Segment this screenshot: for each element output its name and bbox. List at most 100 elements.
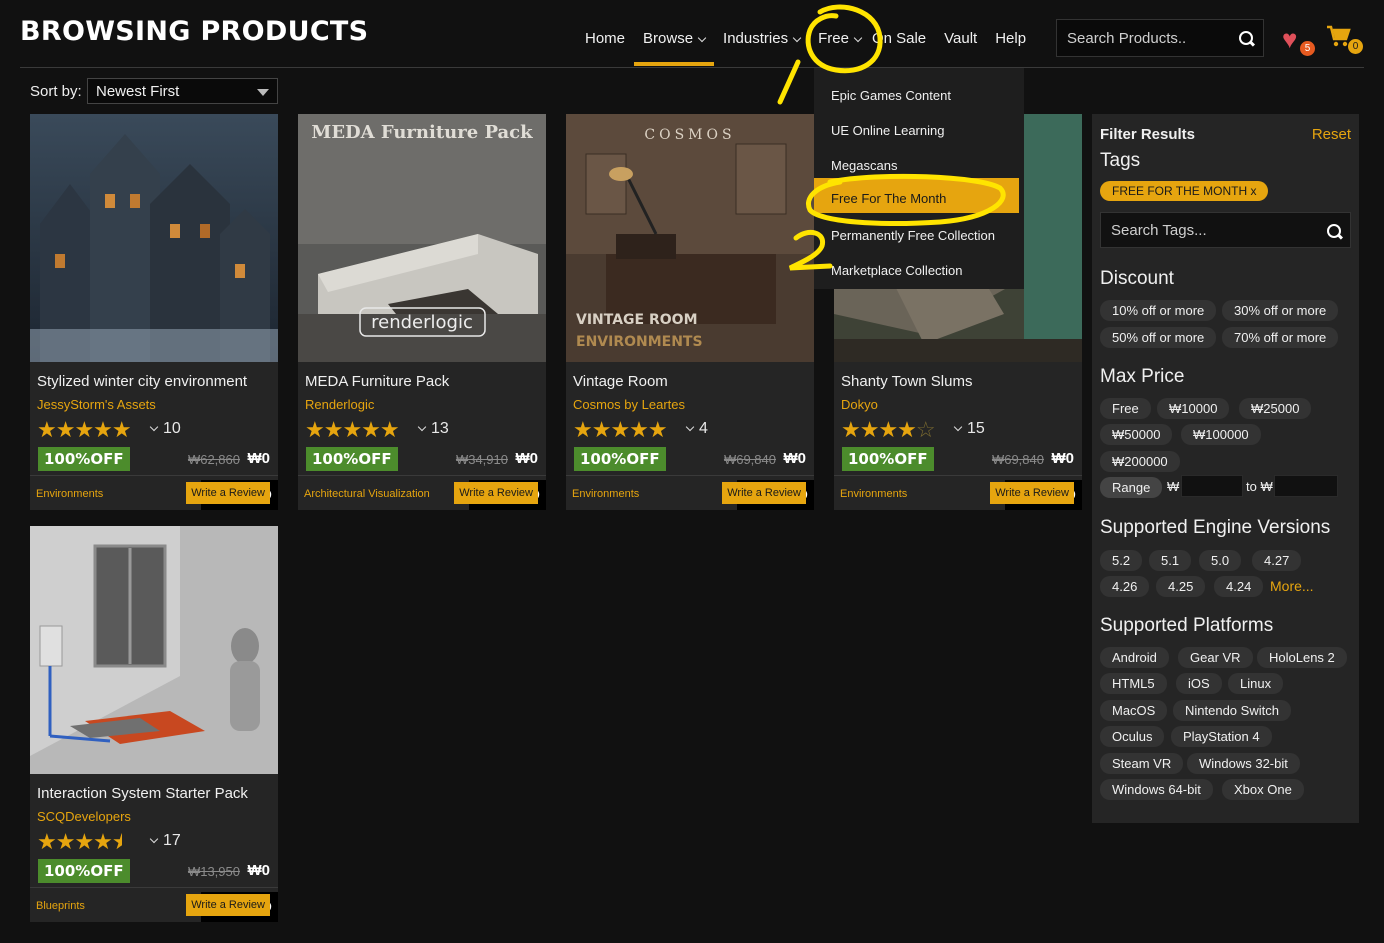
- nav-home[interactable]: Home: [576, 20, 634, 66]
- category-link[interactable]: Blueprints: [36, 900, 85, 912]
- nav-industries[interactable]: Industries: [714, 20, 809, 66]
- platform-option[interactable]: Nintendo Switch: [1173, 700, 1291, 721]
- write-review-button[interactable]: Write a Review: [990, 482, 1074, 504]
- review-count[interactable]: 10: [148, 420, 181, 438]
- range-min-input[interactable]: [1181, 475, 1243, 497]
- platform-option[interactable]: Windows 64-bit: [1100, 779, 1213, 800]
- product-card[interactable]: OWNED Stylized winter city environment J…: [30, 114, 278, 510]
- review-count[interactable]: 13: [416, 420, 449, 438]
- free-dropdown-menu: Epic Games Content UE Online Learning Me…: [814, 68, 1024, 289]
- discount-option[interactable]: 30% off or more: [1222, 300, 1339, 321]
- seller-link[interactable]: SCQDevelopers: [37, 809, 131, 824]
- engine-version-option[interactable]: 4.25: [1156, 576, 1206, 597]
- discount-option[interactable]: 10% off or more: [1100, 300, 1217, 321]
- platform-option[interactable]: Windows 32-bit: [1187, 753, 1300, 774]
- category-link[interactable]: Environments: [572, 488, 639, 500]
- seller-link[interactable]: Cosmos by Leartes: [573, 397, 685, 412]
- search-icon[interactable]: [1239, 31, 1253, 45]
- price-option[interactable]: ₩50000: [1100, 424, 1173, 445]
- product-name[interactable]: Interaction System Starter Pack: [37, 785, 248, 802]
- menu-item-megascans[interactable]: Megascans: [814, 145, 1019, 180]
- price-option[interactable]: Free: [1100, 398, 1151, 419]
- engine-version-option[interactable]: 4.26: [1100, 576, 1150, 597]
- product-name[interactable]: MEDA Furniture Pack: [305, 373, 449, 390]
- review-count[interactable]: 15: [952, 420, 985, 438]
- menu-item-permanently-free-collection[interactable]: Permanently Free Collection: [814, 215, 1019, 250]
- category-link[interactable]: Environments: [36, 488, 103, 500]
- range-max-input[interactable]: [1274, 475, 1338, 497]
- nav-on-sale-label: On Sale: [871, 30, 927, 47]
- nav-help-label: Help: [995, 30, 1027, 47]
- product-thumbnail[interactable]: renderlogic MEDA Furniture Pack: [298, 114, 546, 362]
- discount-option[interactable]: 70% off or more: [1222, 327, 1339, 348]
- range-button[interactable]: Range: [1100, 477, 1163, 498]
- engine-versions-title: Supported Engine Versions: [1100, 517, 1331, 538]
- engine-more-link[interactable]: More...: [1270, 575, 1314, 597]
- seller-link[interactable]: Dokyo: [841, 397, 878, 412]
- filter-reset-link[interactable]: Reset: [1312, 126, 1351, 143]
- product-card[interactable]: OWNED Interaction System Starter Pack SC…: [30, 526, 278, 922]
- product-search-input[interactable]: [1057, 29, 1227, 47]
- discount-option[interactable]: 50% off or more: [1100, 327, 1217, 348]
- menu-item-marketplace-collection[interactable]: Marketplace Collection: [814, 250, 1019, 285]
- platform-option[interactable]: iOS: [1176, 673, 1222, 694]
- platform-option[interactable]: MacOS: [1100, 700, 1168, 721]
- product-name[interactable]: Shanty Town Slums: [841, 373, 972, 390]
- platform-option[interactable]: Gear VR: [1178, 647, 1253, 668]
- range-to-label: to ₩: [1246, 479, 1273, 494]
- menu-item-ue-online-learning[interactable]: UE Online Learning: [814, 110, 1019, 145]
- product-name[interactable]: Stylized winter city environment: [37, 373, 247, 390]
- active-tag-chip[interactable]: FREE FOR THE MONTH x: [1100, 181, 1269, 201]
- write-review-button[interactable]: Write a Review: [454, 482, 538, 504]
- price-option[interactable]: ₩100000: [1181, 424, 1261, 445]
- write-review-button[interactable]: Write a Review: [186, 482, 270, 504]
- engine-version-option[interactable]: 5.2: [1100, 550, 1143, 571]
- review-count[interactable]: 17: [148, 832, 181, 850]
- search-icon[interactable]: [1327, 224, 1341, 238]
- platform-option[interactable]: Linux: [1228, 673, 1284, 694]
- menu-item-epic-games-content[interactable]: Epic Games Content: [814, 75, 1019, 110]
- product-name[interactable]: Vintage Room: [573, 373, 668, 390]
- sort-label: Sort by:: [30, 83, 82, 100]
- platform-option[interactable]: Oculus: [1100, 726, 1165, 747]
- product-thumbnail[interactable]: [30, 526, 278, 774]
- product-thumbnail[interactable]: COSMOS VINTAGE ROOM ENVIRONMENTS: [566, 114, 814, 362]
- write-review-button[interactable]: Write a Review: [722, 482, 806, 504]
- product-thumbnail[interactable]: [30, 114, 278, 362]
- engine-version-option[interactable]: 5.0: [1199, 550, 1242, 571]
- platform-option[interactable]: HTML5: [1100, 673, 1167, 694]
- chevron-down-icon: [685, 422, 695, 432]
- platform-option[interactable]: Steam VR: [1100, 753, 1184, 774]
- engine-version-option[interactable]: 5.1: [1149, 550, 1192, 571]
- category-link[interactable]: Environments: [840, 488, 907, 500]
- nav-vault[interactable]: Vault: [935, 20, 986, 66]
- engine-version-option[interactable]: 4.24: [1214, 576, 1264, 597]
- price-option[interactable]: ₩25000: [1239, 398, 1312, 419]
- nav-browse[interactable]: Browse: [634, 20, 715, 66]
- tag-search-input[interactable]: [1101, 213, 1311, 248]
- price-option[interactable]: ₩200000: [1100, 451, 1180, 472]
- engine-version-option[interactable]: 4.27: [1252, 550, 1302, 571]
- nav-on-sale[interactable]: On Sale: [870, 20, 935, 66]
- seller-link[interactable]: JessyStorm's Assets: [37, 397, 156, 412]
- price-option[interactable]: ₩10000: [1157, 398, 1230, 419]
- platform-option[interactable]: Xbox One: [1222, 779, 1304, 800]
- wishlist-icon[interactable]: ♥: [1282, 26, 1297, 52]
- product-card[interactable]: renderlogic MEDA Furniture Pack OWNED ME…: [298, 114, 546, 510]
- thumb-subtitle-text: ENVIRONMENTS: [576, 334, 703, 350]
- platform-option[interactable]: HoloLens 2: [1257, 647, 1347, 668]
- seller-link[interactable]: Renderlogic: [305, 397, 374, 412]
- nav-free[interactable]: Free: [809, 20, 870, 66]
- category-link[interactable]: Architectural Visualization: [304, 488, 430, 500]
- rating-stars: ★★★★★: [305, 417, 400, 442]
- product-card[interactable]: COSMOS VINTAGE ROOM ENVIRONMENTS OWNED V…: [566, 114, 814, 510]
- sort-select[interactable]: Newest First: [87, 78, 278, 104]
- platform-option[interactable]: Android: [1100, 647, 1169, 668]
- platform-option[interactable]: PlayStation 4: [1171, 726, 1272, 747]
- page-title: BROWSING PRODUCTS: [20, 16, 369, 47]
- write-review-button[interactable]: Write a Review: [186, 894, 270, 916]
- nav-help[interactable]: Help: [986, 20, 1035, 66]
- menu-item-free-for-the-month[interactable]: Free For The Month: [814, 178, 1019, 213]
- price: ₩0: [247, 862, 271, 879]
- review-count[interactable]: 4: [684, 420, 708, 438]
